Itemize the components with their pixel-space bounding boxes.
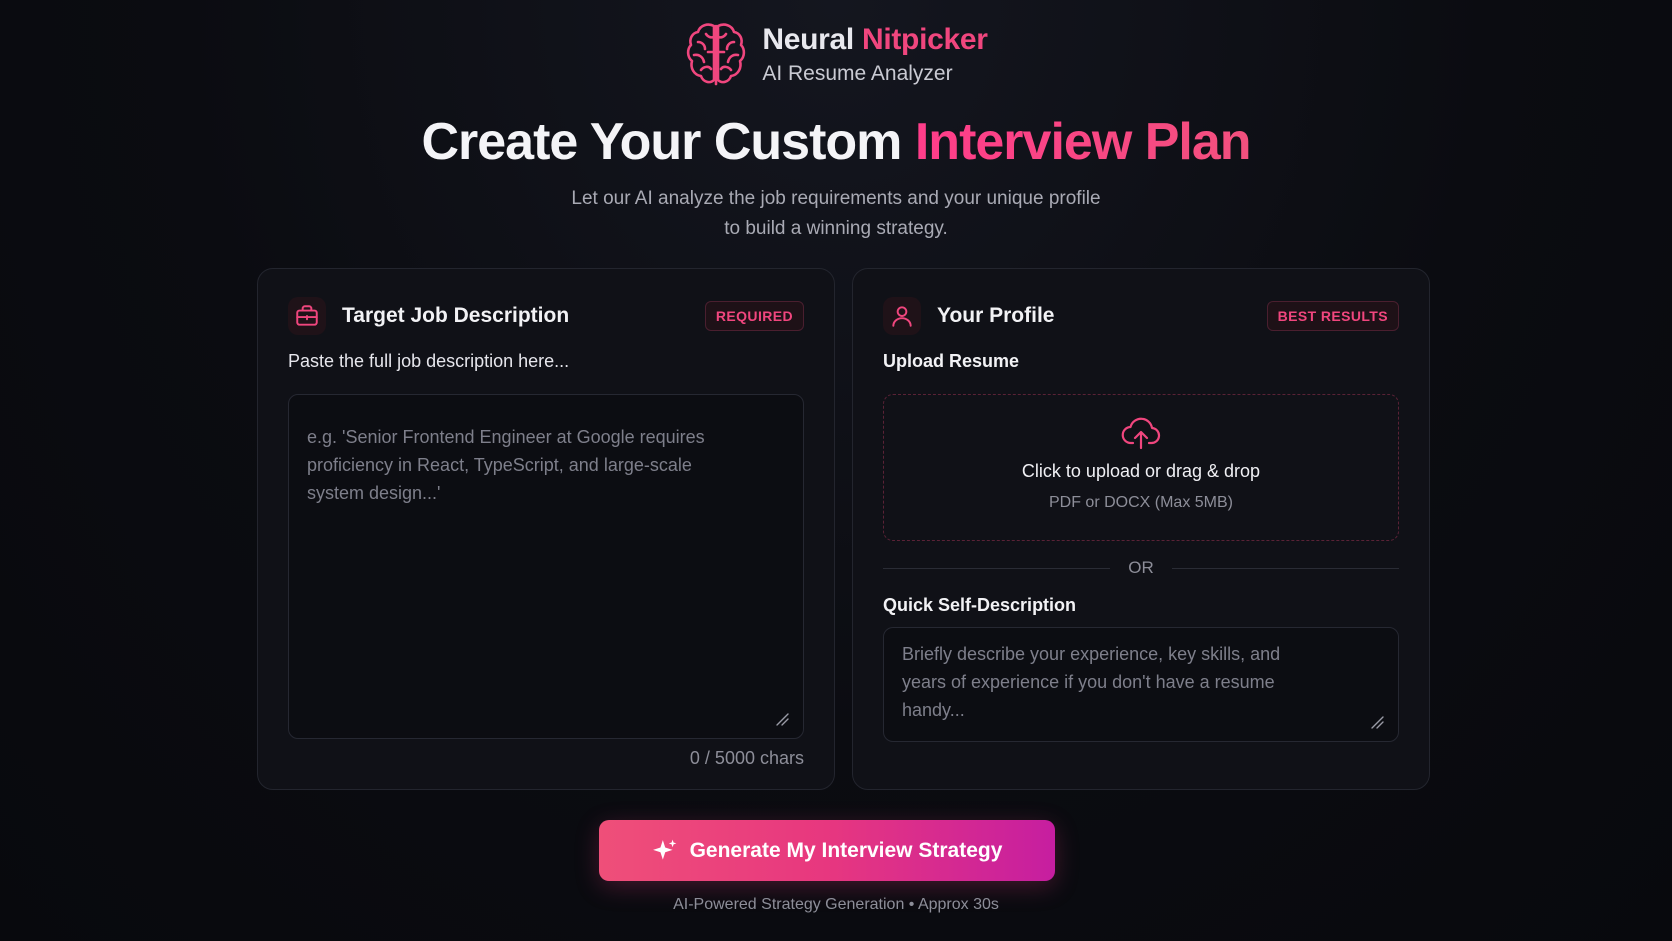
required-badge: REQUIRED (704, 301, 804, 331)
char-count: 0 / 5000 chars (689, 748, 804, 768)
self-desc-placeholder-line-1: Briefly describe your experience, key sk… (902, 644, 1281, 664)
brand-name-first: Neural (762, 22, 854, 56)
brand-header: Neural Nitpicker AI Resume Analyzer (0, 20, 1672, 88)
resize-handle-icon[interactable] (775, 712, 789, 726)
or-divider: OR (883, 557, 1399, 579)
cloud-upload-icon (1121, 417, 1161, 450)
page-subtitle-line-1: Let our AI analyze the job requirements … (571, 188, 1101, 209)
brand-name-accent: Nitpicker (861, 22, 988, 56)
upload-resume-label: Upload Resume (883, 351, 1020, 371)
divider-line-left (883, 567, 1111, 569)
page-title-accent: Interview Plan (914, 113, 1252, 171)
page-subtitle: Let our AI analyze the job requirements … (0, 184, 1672, 244)
generate-strategy-label: Generate My Interview Strategy (689, 838, 1003, 862)
brand-subtitle: AI Resume Analyzer (762, 61, 953, 85)
generate-strategy-button[interactable]: Generate My Interview Strategy (599, 820, 1055, 881)
job-placeholder-line-3: system design...' (307, 483, 441, 503)
profile-card: Your Profile BEST RESULTS Upload Resume … (852, 268, 1430, 790)
job-description-textarea[interactable]: e.g. 'Senior Frontend Engineer at Google… (288, 394, 804, 739)
job-description-card: Target Job Description REQUIRED Paste th… (257, 268, 835, 790)
job-description-label: Paste the full job description here... (288, 351, 570, 371)
brain-icon (687, 23, 746, 86)
resize-handle-icon[interactable] (1370, 715, 1384, 729)
resume-upload-dropzone[interactable]: Click to upload or drag & drop PDF or DO… (883, 394, 1399, 541)
self-desc-placeholder-line-2: years of experience if you don't have a … (902, 672, 1275, 692)
profile-card-header: Your Profile BEST RESULTS (883, 295, 1399, 337)
briefcase-icon (288, 297, 326, 335)
upload-title: Click to upload or drag & drop (1021, 461, 1261, 481)
sparkle-icon (652, 839, 676, 860)
brand-name: Neural Nitpicker (762, 22, 988, 56)
upload-hint: PDF or DOCX (Max 5MB) (1048, 494, 1233, 511)
job-card-header: Target Job Description REQUIRED (288, 295, 804, 337)
job-placeholder-line-1: e.g. 'Senior Frontend Engineer at Google… (307, 427, 705, 447)
self-description-label: Quick Self-Description (883, 595, 1077, 615)
brand-text: Neural Nitpicker AI Resume Analyzer (762, 22, 988, 85)
self-desc-placeholder-line-3: handy... (902, 700, 965, 720)
self-description-textarea[interactable]: Briefly describe your experience, key sk… (883, 627, 1399, 742)
page: Neural Nitpicker AI Resume Analyzer Crea… (0, 0, 1672, 941)
job-placeholder-line-2: proficiency in React, TypeScript, and la… (307, 455, 692, 475)
job-card-title: Target Job Description (342, 304, 570, 327)
page-title: Create Your Custom Interview Plan (0, 112, 1672, 172)
user-icon (883, 297, 921, 335)
or-text: OR (1128, 558, 1154, 577)
page-subtitle-line-2: to build a winning strategy. (724, 218, 948, 239)
divider-line-right (1171, 567, 1399, 569)
profile-card-title: Your Profile (937, 304, 1055, 327)
best-results-badge: BEST RESULTS (1266, 301, 1399, 331)
page-title-first: Create Your Custom (421, 113, 902, 171)
cta-note: AI-Powered Strategy Generation • Approx … (673, 896, 999, 913)
